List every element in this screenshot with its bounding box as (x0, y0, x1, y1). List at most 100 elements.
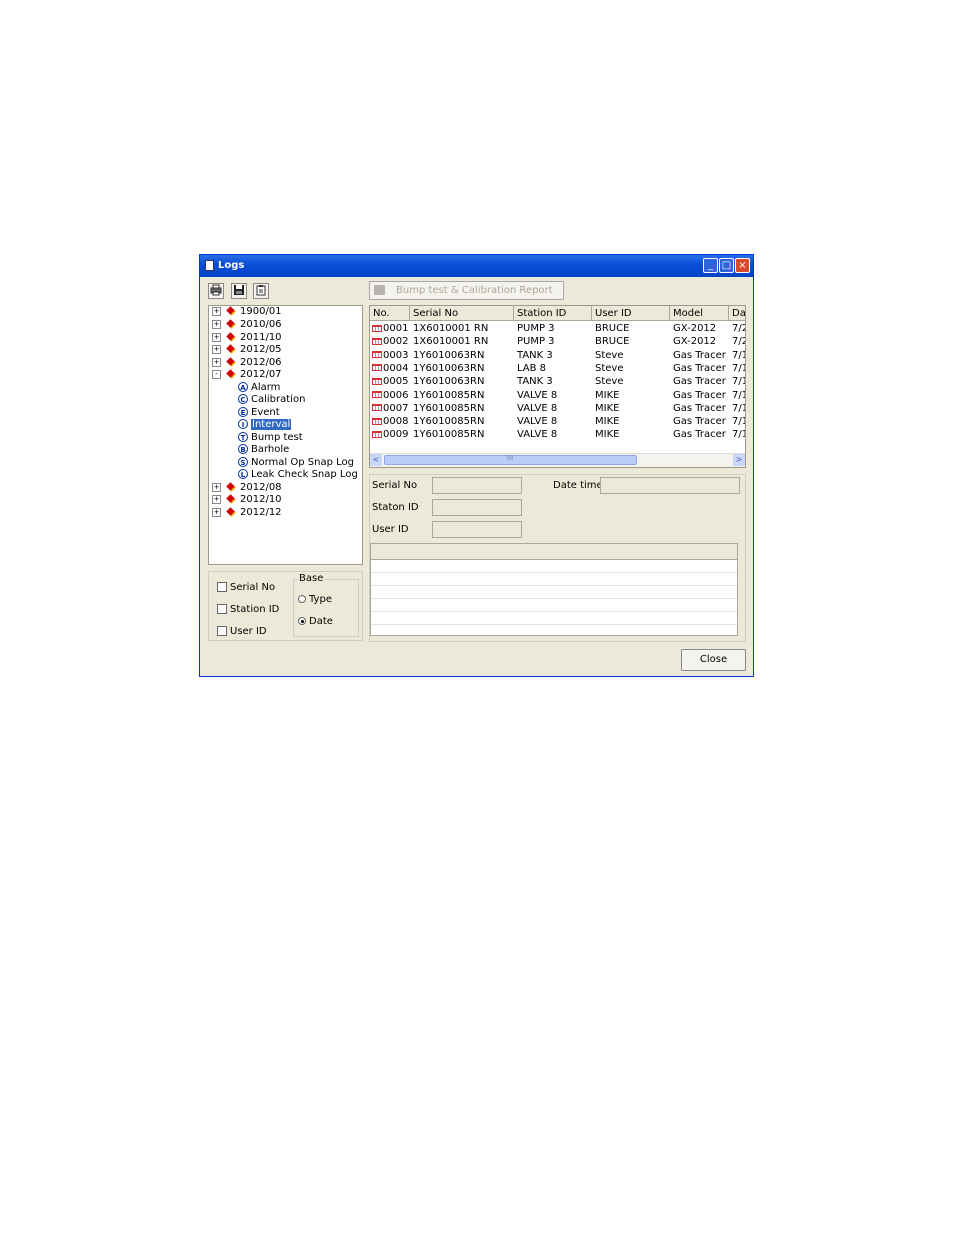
expand-toggle[interactable]: + (212, 482, 221, 492)
close-window-button[interactable]: × (735, 258, 750, 273)
detail-table-row-line (371, 572, 737, 573)
folder-diamond-icon (226, 369, 236, 379)
title-bar[interactable]: Logs _ □ × (200, 255, 753, 277)
table-cell: 7/1 (732, 428, 745, 441)
printer-icon[interactable] (208, 283, 224, 299)
log-record-icon (372, 391, 382, 398)
table-cell: TANK 3 (517, 375, 553, 388)
column-header-model[interactable]: Model (670, 306, 729, 321)
table-cell: GX-2012 (673, 335, 716, 348)
date-tree[interactable]: +1900/01 +2010/06 +2011/10 +2012/05 +201… (208, 305, 363, 565)
minimize-button[interactable]: _ (703, 258, 718, 273)
expand-toggle[interactable]: + (212, 319, 221, 329)
cell-text: MIKE (595, 416, 620, 428)
serial-no-checkbox[interactable]: Serial No (217, 582, 275, 594)
table-cell: Gas Tracer (673, 389, 726, 402)
close-button[interactable]: Close (681, 649, 746, 671)
station-id-field (432, 499, 522, 516)
cell-text: VALVE 8 (517, 402, 558, 414)
checkbox-box[interactable] (217, 604, 227, 614)
tree-node-2012-07[interactable]: - 2012/07 (212, 369, 282, 381)
radio-label: Type (309, 594, 332, 605)
tree-node-barhole[interactable]: B Barhole (238, 444, 289, 456)
column-header-no[interactable]: No. (370, 306, 410, 321)
cell-text: 0007 (383, 402, 409, 414)
tree-node-2012-08[interactable]: +2012/08 (212, 482, 282, 494)
column-header-station-id[interactable]: Station ID (514, 306, 592, 321)
table-cell: PUMP 3 (517, 322, 555, 335)
radio-circle[interactable] (298, 595, 306, 603)
column-header-user-id[interactable]: User ID (592, 306, 670, 321)
filter-panel: Serial No Station ID User ID Base Type D… (208, 571, 363, 641)
tree-node-2012-12[interactable]: +2012/12 (212, 507, 282, 519)
clipboard-icon[interactable] (253, 283, 269, 299)
cell-text: 7/1 (732, 389, 745, 401)
checkbox-label: User ID (230, 626, 267, 637)
expand-toggle[interactable]: + (212, 306, 221, 316)
checkbox-box[interactable] (217, 626, 227, 636)
maximize-button[interactable]: □ (719, 258, 734, 273)
cell-text: 1Y6010063RN (413, 362, 485, 374)
column-header-serial-no[interactable]: Serial No (410, 306, 514, 321)
detail-table[interactable] (370, 543, 738, 636)
checkbox-box[interactable] (217, 582, 227, 592)
station-id-checkbox[interactable]: Station ID (217, 604, 279, 616)
table-cell: 0004 (372, 362, 408, 375)
column-header-date[interactable]: Da (729, 306, 745, 321)
tree-node-2012-06[interactable]: +2012/06 (212, 357, 282, 369)
expand-toggle[interactable]: + (212, 357, 221, 367)
log-record-icon (372, 377, 382, 385)
log-record-icon (372, 430, 382, 438)
scroll-left-arrow[interactable]: < (370, 454, 382, 466)
table-cell: Gas Tracer (673, 349, 726, 362)
horizontal-scrollbar[interactable]: < III > (370, 453, 745, 467)
leak-check-badge-icon: L (238, 469, 248, 479)
save-icon[interactable] (231, 283, 247, 299)
collapse-toggle[interactable]: - (212, 369, 221, 379)
tree-node-calibration[interactable]: C Calibration (238, 394, 305, 406)
table-cell: VALVE 8 (517, 415, 557, 428)
tree-node-2011-10[interactable]: +2011/10 (212, 332, 282, 344)
tree-node-2010-06[interactable]: +2010/06 (212, 319, 282, 331)
window-title: Logs (218, 260, 245, 271)
log-record-icon (372, 364, 382, 372)
scroll-thumb[interactable]: III (384, 454, 637, 465)
tree-node-label: Leak Check Snap Log (251, 469, 358, 480)
table-cell: 1Y6010085RN (413, 428, 484, 441)
user-id-label: User ID (372, 524, 409, 535)
tree-node-interval[interactable]: I Interval (238, 419, 292, 431)
log-list[interactable]: No. Serial No Station ID User ID Model D… (369, 305, 746, 468)
user-id-checkbox[interactable]: User ID (217, 626, 267, 638)
cell-text: Gas Tracer (673, 402, 726, 414)
tree-node-alarm[interactable]: A Alarm (238, 382, 280, 394)
cell-text: Gas Tracer (673, 429, 726, 441)
bump-test-calibration-report-button[interactable]: Bump test & Calibration Report (369, 281, 564, 300)
cell-text: TANK 3 (517, 376, 553, 388)
radio-circle-selected[interactable] (298, 617, 306, 625)
cell-text: 0002 (383, 336, 409, 348)
expand-toggle[interactable]: + (212, 507, 221, 517)
cell-text: 0006 (383, 389, 409, 401)
type-radio[interactable]: Type (298, 594, 332, 606)
barhole-badge-icon: B (238, 444, 248, 454)
expand-toggle[interactable]: + (212, 344, 221, 354)
date-radio[interactable]: Date (298, 616, 333, 628)
serial-no-label: Serial No (372, 480, 418, 491)
tree-node-normal-op-snap-log[interactable]: S Normal Op Snap Log (238, 457, 354, 469)
table-cell: 0005 (372, 375, 408, 388)
cell-text: Gas Tracer (673, 349, 726, 361)
tree-node-event[interactable]: E Event (238, 407, 280, 419)
table-cell: VALVE 8 (517, 389, 557, 402)
tree-node-2012-10[interactable]: +2012/10 (212, 494, 282, 506)
tree-node-label: 2012/08 (240, 482, 282, 493)
tree-node-leak-check-snap-log[interactable]: L Leak Check Snap Log (238, 469, 358, 481)
table-cell: 7/1 (732, 375, 745, 388)
table-cell: Gas Tracer (673, 375, 726, 388)
expand-toggle[interactable]: + (212, 332, 221, 342)
scroll-right-arrow[interactable]: > (733, 454, 745, 466)
tree-node-label: 1900/01 (240, 306, 282, 317)
tree-node-2012-05[interactable]: +2012/05 (212, 344, 282, 356)
expand-toggle[interactable]: + (212, 494, 221, 504)
tree-node-bump-test[interactable]: T Bump test (238, 432, 303, 444)
tree-node-1900-01[interactable]: +1900/01 (212, 306, 282, 318)
